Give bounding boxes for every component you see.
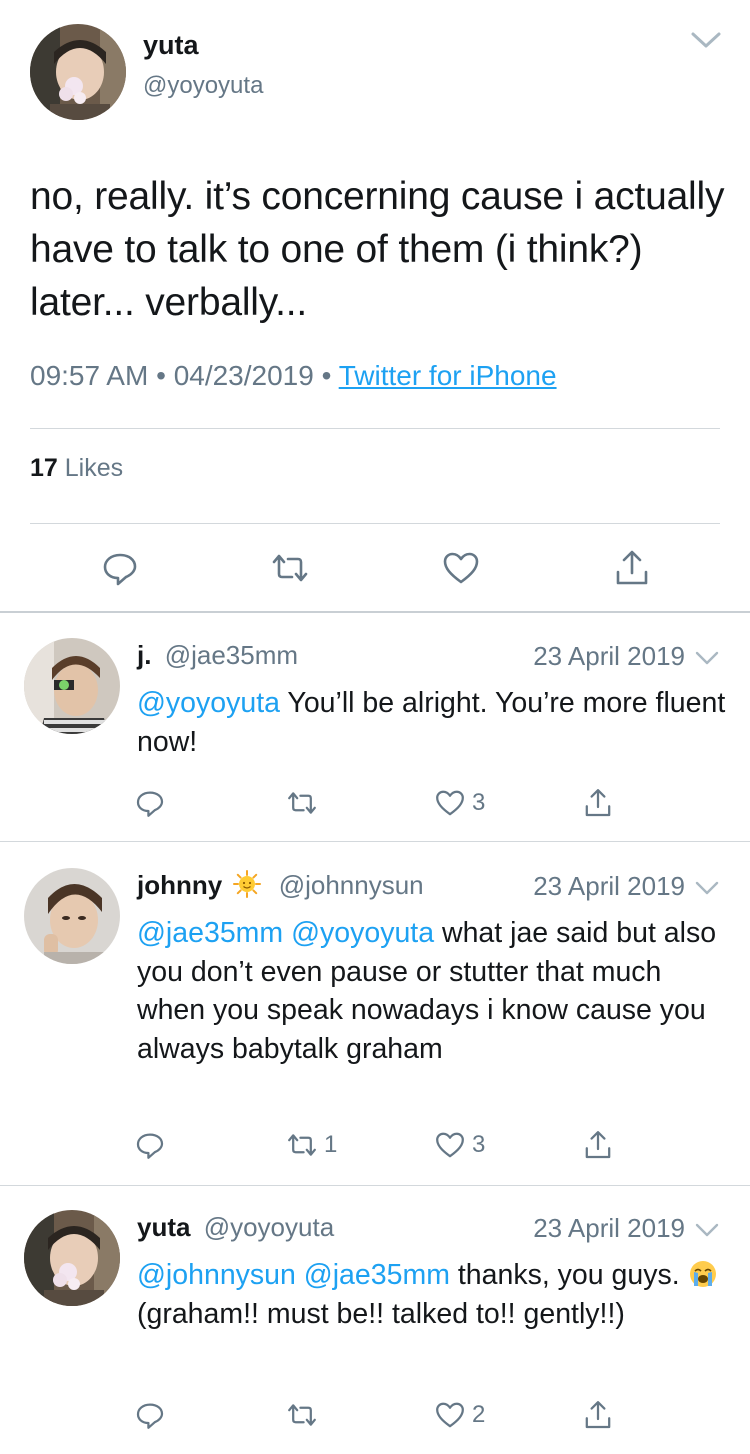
retweet-icon <box>288 1134 316 1156</box>
heart-icon <box>443 552 479 584</box>
avatar[interactable] <box>24 868 120 964</box>
reply-text: @jae35mm @yoyoyuta what jae said but als… <box>137 914 727 1068</box>
reply-icon <box>136 1133 164 1159</box>
author-name[interactable]: yuta <box>137 1212 190 1242</box>
mention-link[interactable]: @johnnysun @jae35mm <box>137 1259 450 1291</box>
author-handle[interactable]: @yoyoyuta <box>204 1212 334 1242</box>
reply-date: 23 April 2019 <box>533 1213 685 1243</box>
sun-emoji-icon <box>233 870 262 898</box>
reply-tweet[interactable]: yuta @yoyoyuta 23 April 2019 @johnnysun … <box>0 1186 750 1454</box>
retweet-button[interactable] <box>270 548 310 588</box>
author-name[interactable]: yuta <box>143 30 199 61</box>
reply-body-continued: (graham!! must be!! talked to!! gently!!… <box>137 1297 625 1330</box>
retweet-button[interactable] <box>286 1398 324 1432</box>
reply-icon <box>136 791 164 817</box>
retweet-button[interactable] <box>286 786 324 820</box>
chevron-down-icon[interactable] <box>695 880 719 896</box>
likes-label: Likes <box>64 454 124 482</box>
reply-date: 23 April 2019 <box>533 641 685 671</box>
author-name[interactable]: johnny <box>137 870 222 900</box>
likes-number: 17 <box>30 454 58 482</box>
share-icon <box>585 789 611 817</box>
author-handle[interactable]: @yoyoyuta <box>143 72 263 100</box>
mention-link[interactable]: @jae35mm @yoyoyuta <box>137 917 434 949</box>
like-count: 2 <box>472 1401 486 1428</box>
author-handle[interactable]: @johnnysun <box>279 870 424 900</box>
tweet-date: 04/23/2019 <box>173 360 314 391</box>
reply-button[interactable] <box>134 786 166 820</box>
share-icon <box>616 550 648 585</box>
share-button[interactable] <box>582 786 614 820</box>
main-tweet: yuta @yoyoyuta no, really. it’s concerni… <box>0 0 750 612</box>
retweet-button[interactable]: 1 <box>286 1128 337 1162</box>
loudly-crying-face-icon <box>689 1261 716 1287</box>
reply-header: yuta @yoyoyuta <box>137 1212 334 1243</box>
meta-separator: • <box>321 360 339 391</box>
retweet-icon <box>288 792 316 814</box>
heart-icon <box>436 790 464 816</box>
heart-icon <box>436 1402 464 1428</box>
meta-separator: • <box>156 360 174 391</box>
tweet-text: no, really. it’s concerning cause i actu… <box>30 175 725 324</box>
like-button[interactable] <box>441 548 481 588</box>
chevron-down-icon[interactable] <box>690 30 722 50</box>
reply-tweet[interactable]: johnny @johnnysun 23 April 2019 @jae35mm… <box>0 842 750 1186</box>
tweet-meta: 09:57 AM • 04/23/2019 • Twitter for iPho… <box>30 360 557 392</box>
reply-button[interactable] <box>100 548 140 588</box>
like-button[interactable]: 2 <box>434 1398 485 1432</box>
like-count: 3 <box>472 1131 486 1158</box>
heart-icon <box>436 1132 464 1158</box>
avatar[interactable] <box>24 1210 120 1306</box>
like-button[interactable]: 3 <box>434 786 485 820</box>
chevron-down-icon[interactable] <box>695 650 719 666</box>
share-button[interactable] <box>612 548 652 588</box>
reply-tweet[interactable]: j. @jae35mm 23 April 2019 @yoyoyuta You’… <box>0 612 750 842</box>
tweet-time: 09:57 AM <box>30 360 149 391</box>
share-button[interactable] <box>582 1398 614 1432</box>
divider <box>30 523 720 524</box>
tweet-source-link[interactable]: Twitter for iPhone <box>339 360 557 391</box>
mention-link[interactable]: @yoyoyuta <box>137 687 280 719</box>
like-count: 3 <box>472 789 486 816</box>
reply-button[interactable] <box>134 1128 166 1162</box>
share-button[interactable] <box>582 1128 614 1162</box>
divider <box>30 428 720 429</box>
avatar[interactable] <box>24 638 120 734</box>
like-button[interactable]: 3 <box>434 1128 485 1162</box>
reply-button[interactable] <box>134 1398 166 1432</box>
reply-body: thanks, you guys. <box>457 1259 680 1291</box>
retweet-icon <box>272 554 308 582</box>
reply-icon <box>136 1403 164 1429</box>
retweet-icon <box>288 1404 316 1426</box>
chevron-down-icon[interactable] <box>695 1222 719 1238</box>
retweet-count: 1 <box>324 1131 338 1158</box>
author-name[interactable]: j. <box>137 640 151 670</box>
reply-text: @yoyoyuta You’ll be alright. You’re more… <box>137 684 727 761</box>
reply-date: 23 April 2019 <box>533 871 685 901</box>
reply-header: johnny @johnnysun <box>137 870 424 901</box>
reply-header: j. @jae35mm <box>137 640 298 671</box>
author-handle[interactable]: @jae35mm <box>165 640 298 670</box>
likes-count[interactable]: 17 Likes <box>30 454 123 483</box>
share-icon <box>585 1131 611 1159</box>
share-icon <box>585 1401 611 1429</box>
reply-text: @johnnysun @jae35mm thanks, you guys. (g… <box>137 1256 727 1333</box>
reply-icon <box>103 553 137 586</box>
avatar[interactable] <box>30 24 126 120</box>
